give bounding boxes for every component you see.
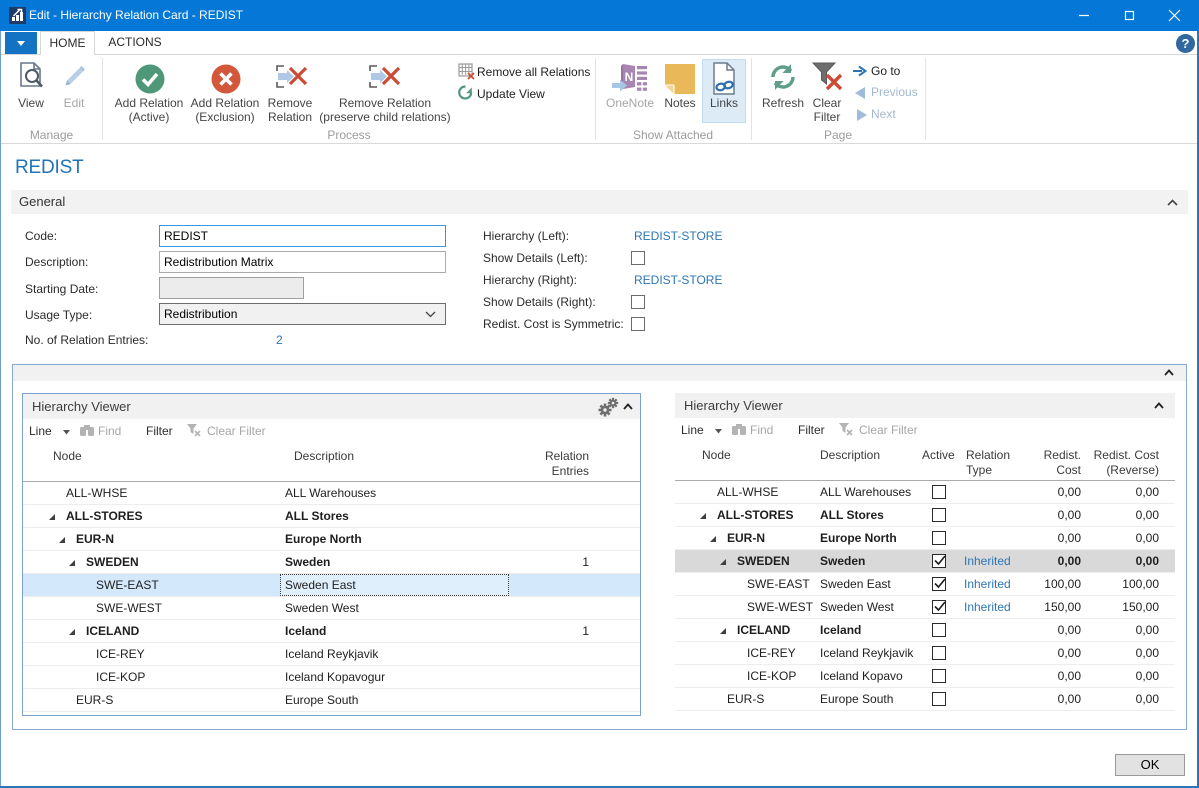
svg-text:N: N: [625, 70, 634, 84]
